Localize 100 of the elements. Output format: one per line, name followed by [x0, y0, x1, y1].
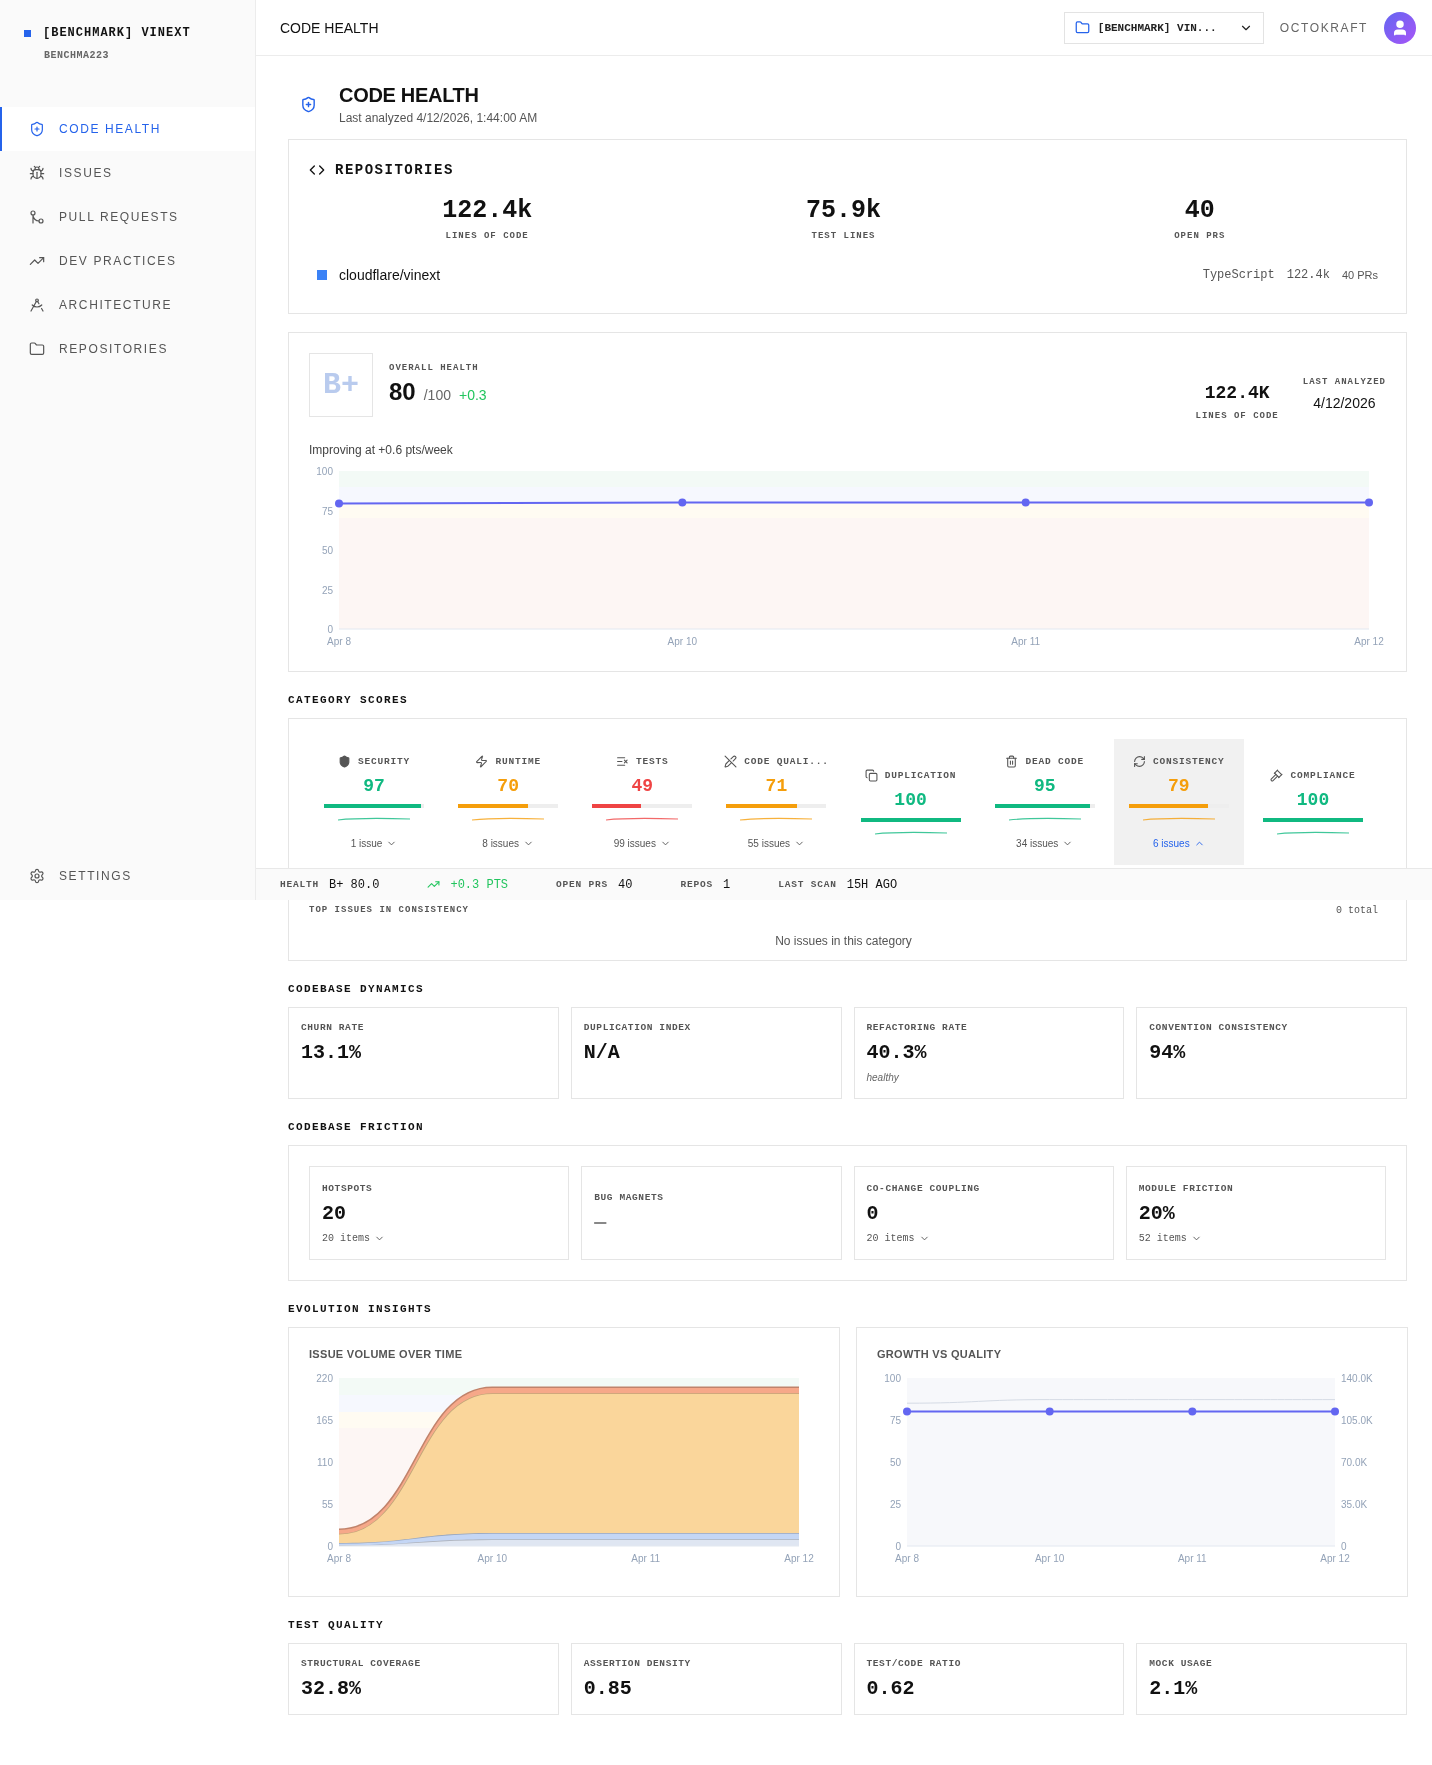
sidebar-item[interactable]: ARCHITECTURE	[0, 283, 255, 327]
issues-toggle[interactable]: 1 issue	[350, 838, 398, 849]
axis-tick-label: 35.0K	[1341, 1499, 1368, 1510]
workspace-name: [BENCHMARK] VINEXT	[43, 26, 191, 40]
axis-tick-label: 55	[321, 1499, 333, 1510]
axis-tick-label: Apr 12	[784, 1553, 814, 1564]
category-item[interactable]: CODE QUALI... 71 55 issues	[711, 739, 842, 865]
axis-tick-label: 140.0K	[1341, 1373, 1373, 1384]
avatar[interactable]	[1384, 11, 1416, 44]
category-item[interactable]: RUNTIME 70 8 issues	[443, 739, 574, 865]
pen-off-icon	[724, 755, 738, 768]
repo-name[interactable]: cloudflare/vinext	[339, 267, 1191, 283]
axis-tick-label: 70.0K	[1341, 1457, 1368, 1468]
health-label: OVERALL HEALTH	[389, 363, 480, 373]
axis-tick-label: Apr 8	[327, 636, 351, 647]
axis-tick-label: 110	[317, 1457, 333, 1468]
data-point	[1045, 1407, 1054, 1416]
page-title: CODE HEALTH	[339, 84, 480, 107]
gavel-icon	[1270, 768, 1284, 782]
metric-label: DUPLICATION INDEX	[583, 1022, 692, 1033]
section-title: CATEGORY SCORES	[288, 694, 410, 706]
metric-value: 0	[866, 1201, 880, 1225]
axis-tick-label: Apr 11	[631, 1553, 661, 1564]
repo-loc: 122.4k	[1286, 268, 1330, 282]
status-value: 40	[618, 877, 633, 892]
category-item[interactable]: SECURITY 97 1 issue	[309, 739, 439, 865]
data-point	[1331, 1407, 1339, 1416]
sidebar-item[interactable]: ISSUES	[0, 151, 255, 195]
category-item[interactable]: COMPLIANCE 100	[1248, 739, 1378, 865]
items-toggle[interactable]: 20 items	[322, 1232, 385, 1244]
repo-selector[interactable]: [BENCHMARK] VIN...	[1063, 11, 1264, 44]
category-name: CONSISTENCY	[1153, 756, 1225, 767]
axis-tick-label: Apr 11	[1177, 1553, 1207, 1564]
axis-tick-label: Apr 12	[1354, 636, 1384, 647]
sidebar-item[interactable]: REPOSITORIES	[0, 327, 255, 371]
settings-item[interactable]: SETTINGS	[0, 854, 255, 898]
category-score: 100	[894, 789, 927, 810]
metric-value: 2.1%	[1149, 1677, 1199, 1700]
folder-icon	[29, 341, 45, 357]
category-item[interactable]: TESTS 49 99 issues	[577, 739, 708, 865]
refresh-icon	[1133, 755, 1147, 768]
workspace-icon	[24, 29, 31, 37]
axis-tick-label: 25	[889, 1499, 901, 1510]
metric-value: N/A	[583, 1041, 621, 1064]
issues-toggle[interactable]: 34 issues	[1016, 838, 1074, 849]
stat-value: 122.4k	[442, 196, 533, 225]
issues-toggle[interactable]: 55 issues	[747, 838, 806, 849]
trend-text: Improving at +0.6 pts/week	[309, 443, 454, 457]
issues-toggle[interactable]: 99 issues	[613, 838, 671, 849]
data-point	[1365, 498, 1373, 507]
list-x-icon	[616, 755, 629, 768]
issues-toggle[interactable]: 8 issues	[482, 838, 534, 849]
detail-count: 0 total	[1336, 905, 1378, 916]
category-score: 70	[497, 776, 519, 796]
repo-prs: 40 PRs	[1341, 269, 1378, 281]
metric-value: 94%	[1149, 1041, 1187, 1064]
axis-tick-label: 75	[321, 505, 333, 517]
axis-tick-label: Apr 12	[1320, 1553, 1350, 1564]
metric-label: HOTSPOTS	[322, 1182, 374, 1194]
user-icon	[1391, 18, 1409, 37]
data-point	[678, 498, 687, 507]
health-score: 80	[389, 378, 416, 406]
category-name: CODE QUALI...	[744, 756, 829, 767]
axis-tick-label: Apr 11	[1011, 636, 1041, 647]
issues-toggle[interactable]: 6 issues	[1153, 838, 1205, 849]
bug-icon	[29, 165, 45, 181]
metric-label: BUG MAGNETS	[594, 1192, 665, 1203]
code-icon	[309, 162, 325, 178]
axis-tick-label: Apr 8	[895, 1553, 919, 1564]
category-item[interactable]: DEAD CODE 95 34 issues	[979, 739, 1110, 865]
status-trend: +0.3 PTS	[450, 877, 509, 892]
sidebar-item[interactable]: CODE HEALTH	[0, 107, 255, 151]
items-toggle[interactable]: 52 items	[1138, 1232, 1202, 1244]
sidebar-item[interactable]: PULL REQUESTS	[0, 195, 255, 239]
empty-message: No issues in this category	[775, 934, 912, 948]
stat-label: TEST LINES	[811, 231, 876, 241]
items-toggle[interactable]: 20 items	[866, 1232, 930, 1244]
trash-icon	[1005, 755, 1019, 768]
axis-tick-label: 25	[321, 584, 333, 596]
category-item[interactable]: CONSISTENCY 79 6 issues	[1113, 739, 1244, 865]
axis-tick-label: Apr 8	[327, 1553, 351, 1564]
axis-tick-label: 165	[316, 1415, 333, 1426]
axis-tick-label: Apr 10	[1034, 1553, 1065, 1564]
data-point	[1188, 1407, 1197, 1416]
status-value: 1	[723, 877, 731, 892]
axis-tick-label: 0	[895, 1541, 901, 1552]
card-title: REPOSITORIES	[335, 162, 454, 178]
metric-value: 13.1%	[301, 1041, 362, 1064]
metric-value: —	[594, 1211, 608, 1234]
section-title: TEST QUALITY	[288, 1619, 385, 1631]
category-item[interactable]: DUPLICATION 100	[845, 739, 976, 865]
category-score: 79	[1168, 776, 1190, 796]
section-title: CODEBASE DYNAMICS	[288, 983, 426, 995]
chart-title: ISSUE VOLUME OVER TIME	[309, 1348, 464, 1360]
metric-label: TEST/CODE RATIO	[866, 1658, 962, 1669]
section-title: EVOLUTION INSIGHTS	[288, 1303, 434, 1315]
metric-label: CO-CHANGE COUPLING	[866, 1182, 981, 1194]
sidebar-item[interactable]: DEV PRACTICES	[0, 239, 255, 283]
metric-label: MODULE FRICTION	[1138, 1182, 1235, 1194]
analyzed-date: 4/12/2026	[1313, 395, 1376, 411]
